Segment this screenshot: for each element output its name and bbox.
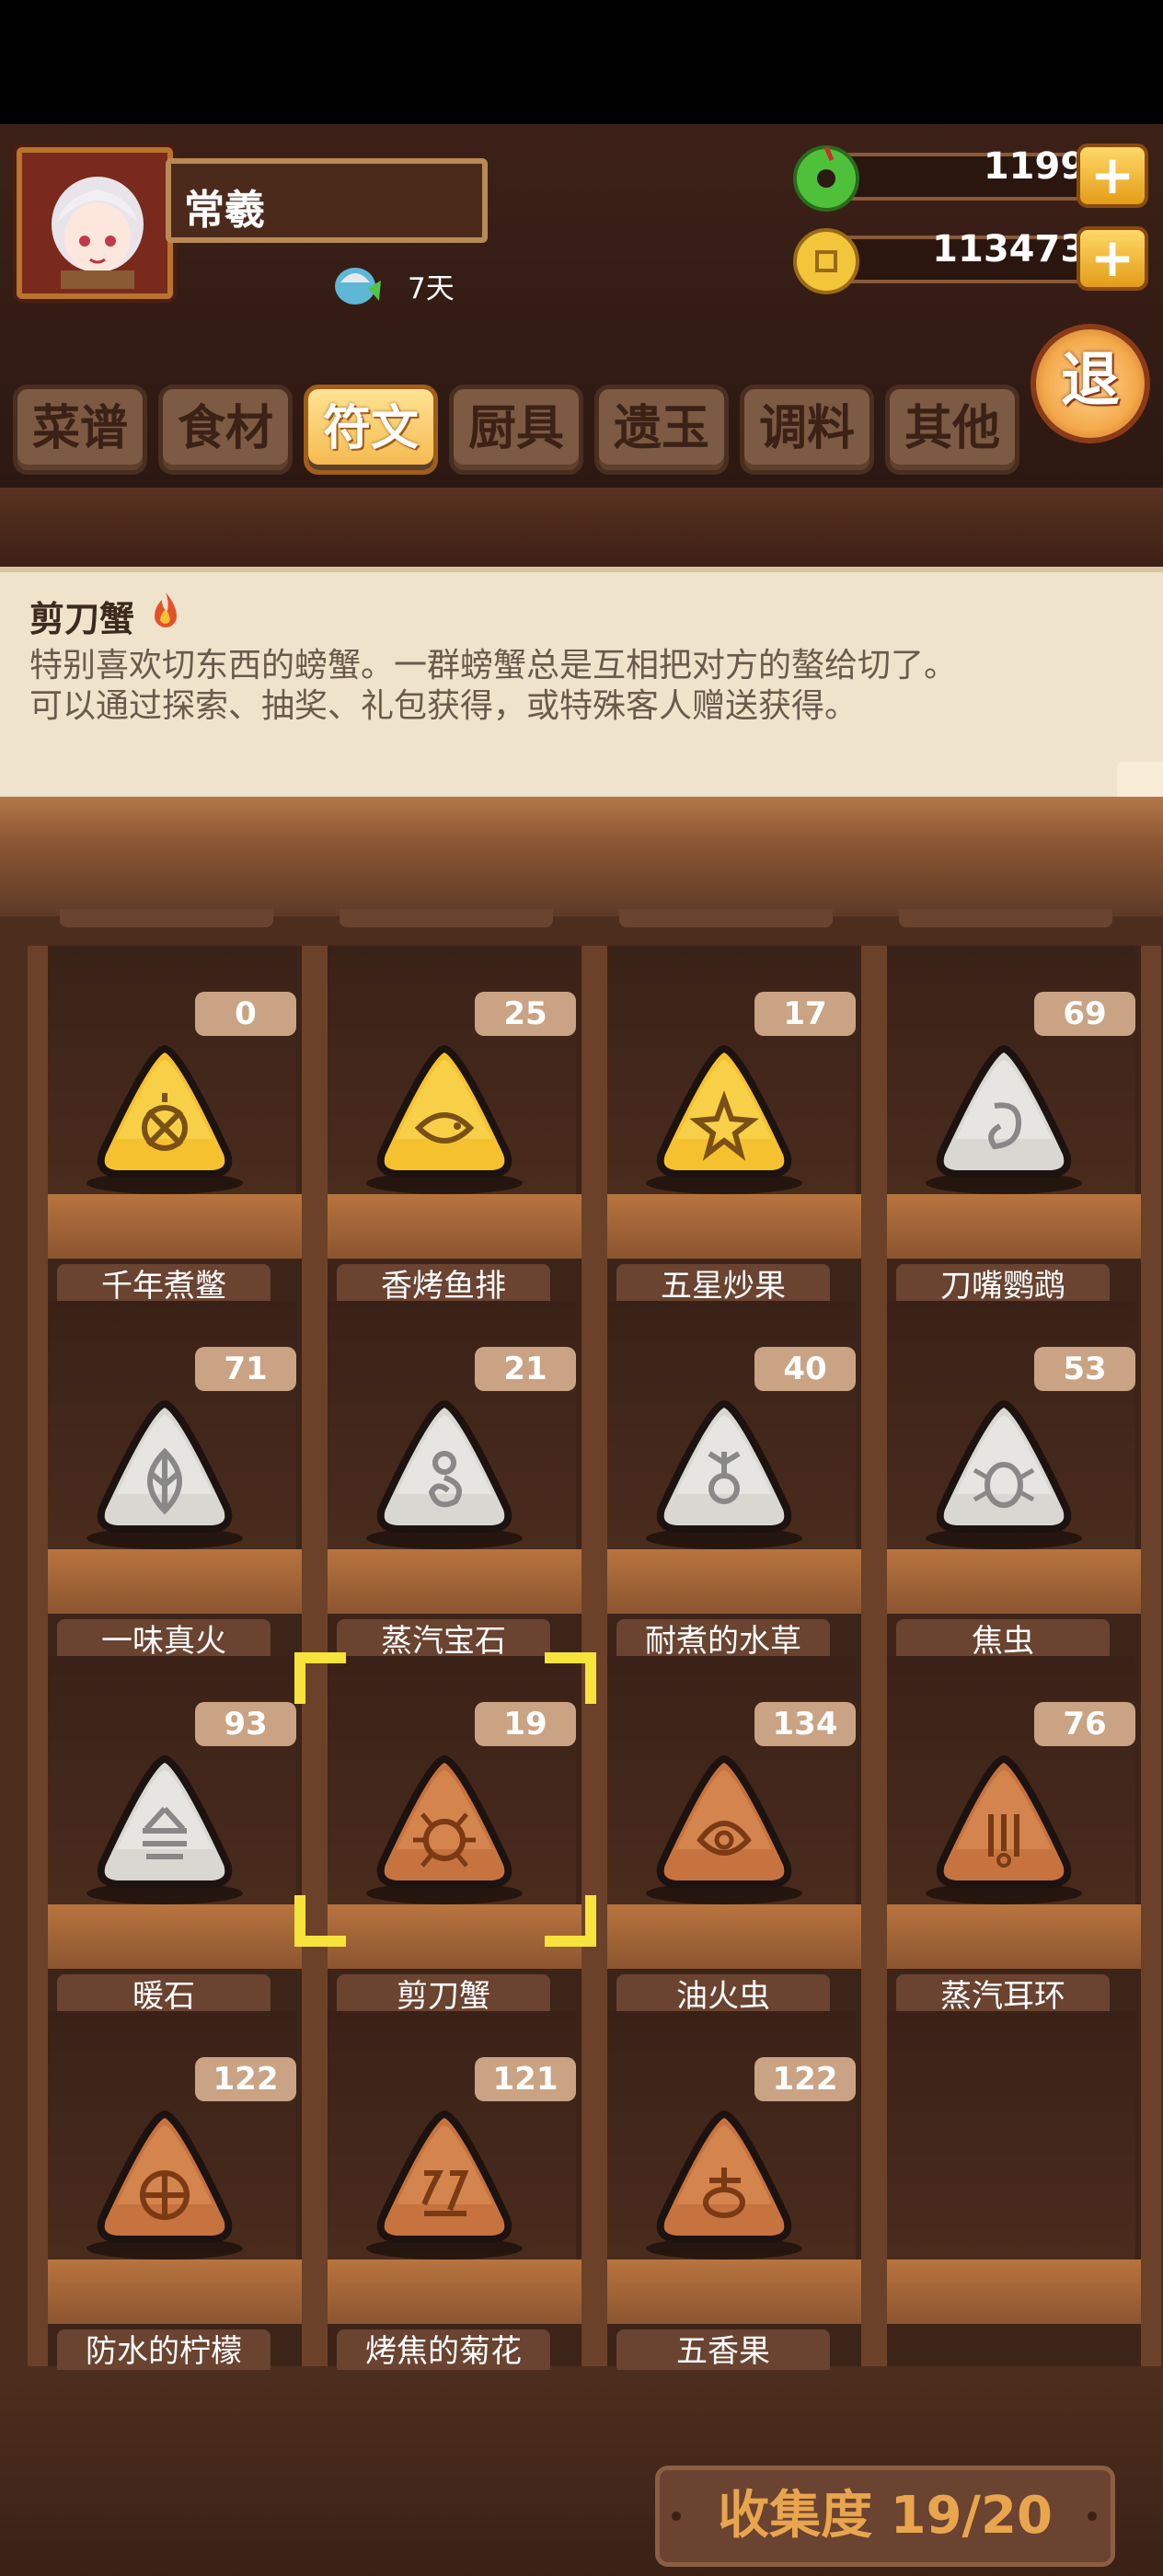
rune-name-label: 五香果 bbox=[616, 2329, 830, 2374]
add-jade-button[interactable]: + bbox=[1077, 144, 1148, 208]
rune-count-badge: 134 bbox=[754, 1702, 856, 1746]
avatar[interactable] bbox=[17, 147, 173, 299]
flame-icon bbox=[155, 592, 177, 627]
rune-detail-title: 剪刀蟹 bbox=[29, 599, 135, 639]
rune-slot[interactable]: 122 五香果 bbox=[587, 2011, 881, 2374]
hourglass-boost-icon bbox=[335, 268, 381, 305]
rune-count-badge: 121 bbox=[475, 2057, 576, 2101]
rune-name-label: 防水的柠檬 bbox=[57, 2329, 271, 2374]
rune-slot[interactable]: 134 油火虫 bbox=[587, 1656, 881, 2018]
bug-rune-icon bbox=[936, 1399, 1072, 1533]
rune-count-badge: 25 bbox=[475, 992, 576, 1036]
days-remaining: 7天 bbox=[408, 272, 455, 305]
wood-beam bbox=[0, 488, 1163, 567]
rune-name-label: 烤焦的菊花 bbox=[337, 2329, 550, 2374]
jade-icon bbox=[793, 145, 859, 212]
jade-currency: 11998 + bbox=[791, 142, 1148, 212]
rune-count-badge: 21 bbox=[475, 1347, 576, 1391]
tab-recipes[interactable]: 菜谱 bbox=[13, 385, 147, 475]
rune-count-badge: 19 bbox=[475, 1702, 576, 1746]
rune-count-badge: 122 bbox=[754, 2057, 856, 2101]
waterweed-rune-icon bbox=[656, 1399, 792, 1533]
tab-seasonings[interactable]: 调料 bbox=[740, 385, 874, 475]
rune-count-badge: 69 bbox=[1034, 992, 1135, 1036]
firebug-rune-icon bbox=[656, 1754, 792, 1888]
cut-off-labels bbox=[0, 909, 1163, 927]
turtle-rune-icon bbox=[97, 1044, 233, 1178]
selection-corner bbox=[294, 1895, 346, 1947]
rune-count-badge: 0 bbox=[195, 992, 296, 1036]
status-bar bbox=[0, 0, 1163, 124]
chrysanthemum-rune-icon bbox=[376, 2110, 512, 2243]
leaf-rune-icon bbox=[97, 1399, 233, 1533]
rune-count-badge: 122 bbox=[195, 2057, 296, 2101]
rune-slot[interactable]: 17 五星炒果 bbox=[587, 946, 881, 1308]
add-coin-button[interactable]: + bbox=[1077, 226, 1148, 291]
rune-count-badge: 76 bbox=[1034, 1702, 1135, 1746]
star-rune-icon bbox=[656, 1044, 792, 1178]
player-name-box: 常羲 bbox=[166, 158, 488, 243]
rune-count-badge: 53 bbox=[1034, 1347, 1135, 1391]
selection-corner bbox=[545, 1652, 596, 1704]
rune-slot[interactable]: 71 一味真火 bbox=[28, 1301, 322, 1663]
earring-rune-icon bbox=[936, 1754, 1072, 1888]
parrot-rune-icon bbox=[936, 1044, 1072, 1178]
rune-slot[interactable]: 40 耐煮的水草 bbox=[587, 1301, 881, 1663]
rune-detail-line-2: 可以通过探索、抽奖、礼包获得，或特殊客人赠送获得。 bbox=[29, 687, 858, 725]
rune-count-badge: 17 bbox=[754, 992, 856, 1036]
tab-runes[interactable]: 符文 bbox=[304, 385, 438, 475]
fish-rune-icon bbox=[376, 1044, 512, 1178]
rune-slot[interactable]: 21 蒸汽宝石 bbox=[307, 1301, 602, 1663]
tab-cookware[interactable]: 厨具 bbox=[449, 385, 583, 475]
selection-corner bbox=[294, 1652, 346, 1704]
selection-corner bbox=[545, 1895, 596, 1947]
rune-slot[interactable]: 53 焦虫 bbox=[867, 1301, 1161, 1663]
collection-progress: 收集度 19/20 bbox=[655, 2466, 1115, 2567]
player-name: 常羲 bbox=[184, 187, 265, 234]
rune-slot[interactable]: 19 剪刀蟹 bbox=[307, 1656, 602, 2018]
spice-fruit-rune-icon bbox=[656, 2110, 792, 2243]
exit-button[interactable]: 退 bbox=[1031, 324, 1150, 443]
chef-girl-avatar-icon bbox=[52, 177, 144, 289]
lemon-rune-icon bbox=[97, 2110, 233, 2243]
rune-detail-panel: 剪刀蟹 特别喜欢切东西的螃蟹。一群螃蟹总是互相把对方的螯给切了。 可以通过探索、… bbox=[0, 567, 1163, 797]
crab-rune-icon bbox=[376, 1754, 512, 1888]
rune-slot[interactable]: 121 烤焦的菊花 bbox=[307, 2011, 602, 2374]
rune-count-badge: 71 bbox=[195, 1347, 296, 1391]
tab-ingredients[interactable]: 食材 bbox=[158, 385, 293, 475]
category-tabs: 菜谱 食材 符文 厨具 遗玉 调料 其他 bbox=[13, 385, 1025, 478]
rune-slot[interactable]: 122 防水的柠檬 bbox=[28, 2011, 322, 2374]
rune-slot[interactable]: 0 千年煮鳖 bbox=[28, 946, 322, 1308]
rune-slot[interactable]: 69 刀嘴鹦鹉 bbox=[867, 946, 1161, 1308]
rune-slot[interactable]: 93 暖石 bbox=[28, 1656, 322, 2018]
rune-count-badge: 40 bbox=[754, 1347, 856, 1391]
rune-slot[interactable]: 76 蒸汽耳环 bbox=[867, 1656, 1161, 2018]
tab-relic-jade[interactable]: 遗玉 bbox=[594, 385, 729, 475]
tab-other[interactable]: 其他 bbox=[885, 385, 1019, 475]
coin-icon bbox=[793, 228, 859, 294]
rune-slot bbox=[867, 2011, 1161, 2366]
rune-slot[interactable]: 25 香烤鱼排 bbox=[307, 946, 602, 1308]
spiral-rune-icon bbox=[376, 1399, 512, 1533]
rune-count-badge: 93 bbox=[195, 1702, 296, 1746]
shelf-top-rail bbox=[0, 797, 1163, 916]
coin-currency: 1134731 + bbox=[791, 224, 1148, 294]
warm-stone-rune-icon bbox=[97, 1754, 233, 1888]
